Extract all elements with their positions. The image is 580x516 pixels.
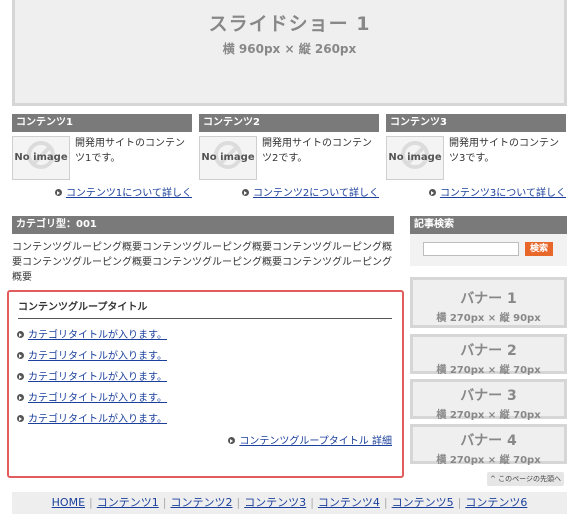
content-description: 開発用サイトのコンテンツ2です。 xyxy=(262,138,372,164)
category-list: カテゴリタイトルが入ります。 カテゴリタイトルが入ります。 カテゴリタイトルが入… xyxy=(17,325,392,430)
list-item: カテゴリタイトルが入ります。 xyxy=(17,367,392,388)
content-heading: コンテンツ3 xyxy=(386,114,566,132)
footer-link-contents6[interactable]: コンテンツ6 xyxy=(465,496,527,509)
banner-size: 横 270px × 縦 70px xyxy=(436,455,541,466)
bullet-arrow-icon xyxy=(54,189,62,196)
slideshow-size: 横 960px × 縦 260px xyxy=(222,42,357,56)
banner-size: 横 270px × 縦 70px xyxy=(436,365,541,376)
slideshow-title: スライドショー 1 xyxy=(208,13,371,35)
bullet-arrow-icon xyxy=(228,437,236,444)
bullet-arrow-icon xyxy=(17,373,24,380)
content-column-1: コンテンツ1 No image 開発用サイトのコンテンツ1です。 コンテンツ1に… xyxy=(12,114,192,199)
separator: | xyxy=(236,496,241,509)
content-detail-link[interactable]: コンテンツ1について詳しく xyxy=(66,188,192,199)
content-column-2: コンテンツ2 No image 開発用サイトのコンテンツ2です。 コンテンツ2に… xyxy=(199,114,379,199)
category-link[interactable]: カテゴリタイトルが入ります。 xyxy=(28,351,167,362)
search-heading: 記事検索 xyxy=(410,216,567,234)
content-description: 開発用サイトのコンテンツ3です。 xyxy=(449,138,559,164)
category-section: カテゴリ型：001 コンテンツグルーピング概要コンテンツグルーピング概要コンテン… xyxy=(12,216,394,285)
banner-4[interactable]: バナー 4 横 270px × 縦 70px xyxy=(410,424,567,466)
no-image-placeholder: No image xyxy=(12,136,70,180)
footer-link-contents4[interactable]: コンテンツ4 xyxy=(318,496,380,509)
footer-link-contents2[interactable]: コンテンツ2 xyxy=(170,496,232,509)
bullet-arrow-icon xyxy=(428,189,436,196)
content-description: 開発用サイトのコンテンツ1です。 xyxy=(75,138,185,164)
no-image-placeholder: No image xyxy=(386,136,444,180)
content-heading: コンテンツ2 xyxy=(199,114,379,132)
banner-2[interactable]: バナー 2 横 270px × 縦 70px xyxy=(410,334,567,376)
footer-link-home[interactable]: HOME xyxy=(52,496,85,509)
no-image-label: No image xyxy=(388,152,442,163)
bullet-arrow-icon xyxy=(17,415,24,422)
separator: | xyxy=(383,496,388,509)
back-to-top-button[interactable]: ^ このページの先頭へ xyxy=(487,472,564,486)
banner-title: バナー 1 xyxy=(460,291,517,307)
separator: | xyxy=(310,496,314,509)
footer-link-contents5[interactable]: コンテンツ5 xyxy=(392,496,454,509)
sidebar-search: 記事検索 検索 xyxy=(410,216,567,266)
no-image-label: No image xyxy=(14,152,68,163)
group-detail-link[interactable]: コンテンツグループタイトル 詳細 xyxy=(239,436,392,447)
search-button[interactable]: 検索 xyxy=(525,242,553,256)
banner-size: 横 270px × 縦 70px xyxy=(436,410,541,421)
no-image-label: No image xyxy=(201,152,255,163)
content-group-box: コンテンツグループタイトル カテゴリタイトルが入ります。 カテゴリタイトルが入り… xyxy=(7,290,404,478)
bullet-arrow-icon xyxy=(241,189,249,196)
bullet-arrow-icon xyxy=(17,394,24,401)
footer-link-contents3[interactable]: コンテンツ3 xyxy=(244,496,306,509)
category-link[interactable]: カテゴリタイトルが入ります。 xyxy=(28,393,167,404)
no-image-placeholder: No image xyxy=(199,136,257,180)
banner-size: 横 270px × 縦 90px xyxy=(436,313,541,324)
category-link[interactable]: カテゴリタイトルが入ります。 xyxy=(28,330,167,341)
list-item: カテゴリタイトルが入ります。 xyxy=(17,325,392,346)
separator: | xyxy=(457,496,462,509)
banner-1[interactable]: バナー 1 横 270px × 縦 90px xyxy=(410,277,567,328)
banner-3[interactable]: バナー 3 横 270px × 縦 70px xyxy=(410,379,567,421)
category-heading: カテゴリ型：001 xyxy=(12,216,394,234)
slideshow-placeholder[interactable]: スライドショー 1 横 960px × 縦 260px xyxy=(12,0,567,106)
category-summary: コンテンツグルーピング概要コンテンツグルーピング概要コンテンツグルーピング概要コ… xyxy=(12,242,392,283)
banner-title: バナー 2 xyxy=(460,343,517,359)
list-item: カテゴリタイトルが入ります。 xyxy=(17,346,392,367)
footer-link-contents1[interactable]: コンテンツ1 xyxy=(97,496,159,509)
content-column-3: コンテンツ3 No image 開発用サイトのコンテンツ3です。 コンテンツ3に… xyxy=(386,114,566,199)
category-link[interactable]: カテゴリタイトルが入ります。 xyxy=(28,414,167,425)
search-input[interactable] xyxy=(423,242,519,256)
content-detail-link[interactable]: コンテンツ3について詳しく xyxy=(440,188,566,199)
category-link[interactable]: カテゴリタイトルが入ります。 xyxy=(28,372,167,383)
bullet-arrow-icon xyxy=(17,331,24,338)
separator: | xyxy=(162,496,167,509)
group-title: コンテンツグループタイトル xyxy=(18,298,392,319)
separator: | xyxy=(89,496,93,509)
content-detail-link[interactable]: コンテンツ2について詳しく xyxy=(253,188,379,199)
bullet-arrow-icon xyxy=(17,352,24,359)
list-item: カテゴリタイトルが入ります。 xyxy=(17,409,392,430)
banner-title: バナー 4 xyxy=(460,433,517,449)
content-heading: コンテンツ1 xyxy=(12,114,192,132)
list-item: カテゴリタイトルが入ります。 xyxy=(17,388,392,409)
banner-title: バナー 3 xyxy=(460,388,517,404)
footer-nav: HOME | コンテンツ1 | コンテンツ2 | コンテンツ3 | コンテンツ4 | コンテンツ5 |… xyxy=(12,492,567,514)
